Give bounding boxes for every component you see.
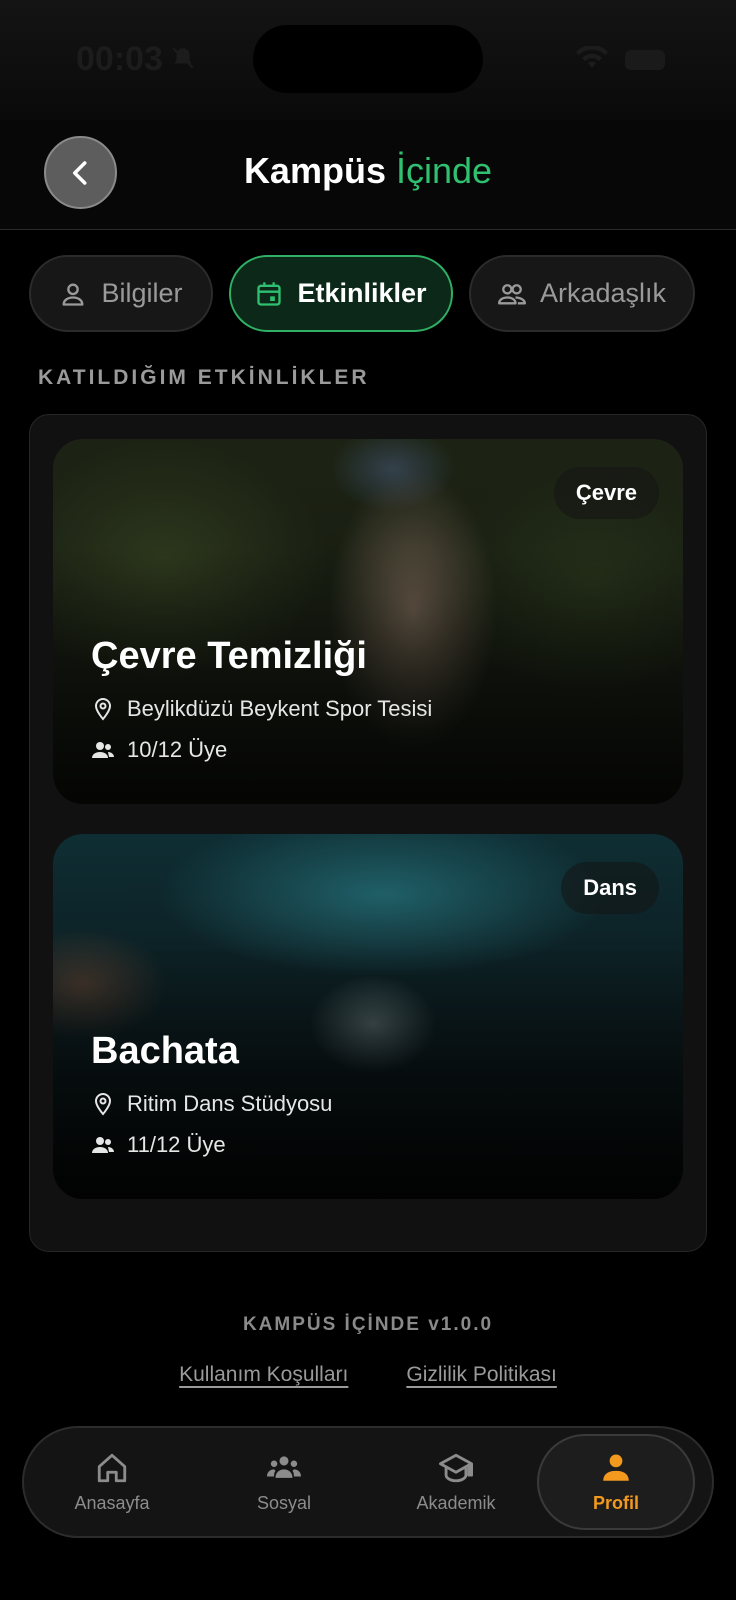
members-icon (92, 1137, 114, 1153)
status-time: 00:03 (76, 40, 163, 78)
status-bar: 00:03 (0, 0, 736, 120)
event-location-text: Beylikdüzü Beykent Spor Tesisi (127, 696, 433, 721)
terms-link[interactable]: Kullanım Koşulları (179, 1363, 348, 1387)
category-badge: Çevre (553, 467, 659, 519)
location-pin-icon (94, 1092, 112, 1116)
graduation-cap-icon (439, 1453, 473, 1482)
calendar-icon (257, 281, 282, 306)
person-icon (62, 283, 84, 306)
footer-links: Kullanım Koşulları Gizlilik Politikası (0, 1363, 736, 1387)
category-badge: Dans (561, 862, 659, 914)
members-icon (92, 742, 114, 758)
event-location-text: Ritim Dans Stüdyosu (127, 1091, 333, 1116)
event-members: 10/12 Üye (91, 737, 227, 763)
profile-icon (603, 1454, 629, 1481)
event-title: Çevre Temizliği (91, 635, 367, 677)
privacy-link[interactable]: Gizlilik Politikası (406, 1363, 557, 1387)
section-title: KATILDIĞIM ETKİNLİKLER (38, 366, 370, 389)
event-title: Bachata (91, 1030, 239, 1072)
nav-profil[interactable]: Profil (537, 1434, 695, 1530)
event-location: Beylikdüzü Beykent Spor Tesisi (91, 696, 432, 722)
tab-label: Arkadaşlık (539, 278, 667, 308)
header: Kampüs İçinde (0, 120, 736, 230)
event-members-text: 11/12 Üye (127, 1132, 226, 1157)
home-icon (97, 1453, 127, 1482)
tab-bilgiler[interactable]: Bilgiler (29, 255, 213, 332)
title-main: Kampüs (243, 150, 386, 191)
tab-arkadaslik[interactable]: Arkadaşlık (469, 255, 695, 332)
nav-akademik[interactable]: Akademik (377, 1434, 535, 1530)
nav-sosyal[interactable]: Sosyal (205, 1434, 363, 1530)
group-icon (267, 1455, 301, 1478)
people-icon (497, 283, 526, 304)
nav-label: Akademik (416, 1492, 496, 1513)
event-card[interactable]: Dans Bachata Ritim Dans Stüdyosu 11/12 Ü… (53, 834, 683, 1199)
nav-anasayfa[interactable]: Anasayfa (33, 1434, 191, 1530)
event-card[interactable]: Çevre Çevre Temizliği Beylikdüzü Beykent… (53, 439, 683, 804)
tab-etkinlikler[interactable]: Etkinlikler (229, 255, 453, 332)
title-accent: İçinde (395, 150, 493, 191)
wifi-icon (576, 46, 608, 68)
app-version: KAMPÜS İÇİNDE v1.0.0 (242, 1314, 494, 1335)
battery-icon (625, 50, 665, 70)
page-title: Kampüs İçinde (0, 150, 736, 192)
location-pin-icon (94, 697, 112, 721)
event-members: 11/12 Üye (91, 1132, 226, 1158)
event-members-text: 10/12 Üye (127, 737, 228, 762)
nav-label: Anasayfa (74, 1492, 150, 1513)
dynamic-island (253, 25, 483, 93)
bottom-nav: Anasayfa Sosyal Akademik Profil (22, 1426, 714, 1538)
event-location: Ritim Dans Stüdyosu (91, 1091, 332, 1117)
nav-label: Sosyal (256, 1492, 312, 1513)
tab-label: Bilgiler (101, 278, 183, 308)
bell-muted-icon (172, 47, 194, 69)
nav-label: Profil (592, 1492, 639, 1513)
tab-bar: Bilgiler Etkinlikler Arkadaşlık (29, 255, 695, 332)
events-panel: Çevre Çevre Temizliği Beylikdüzü Beykent… (29, 414, 707, 1252)
tab-label: Etkinlikler (297, 278, 427, 308)
